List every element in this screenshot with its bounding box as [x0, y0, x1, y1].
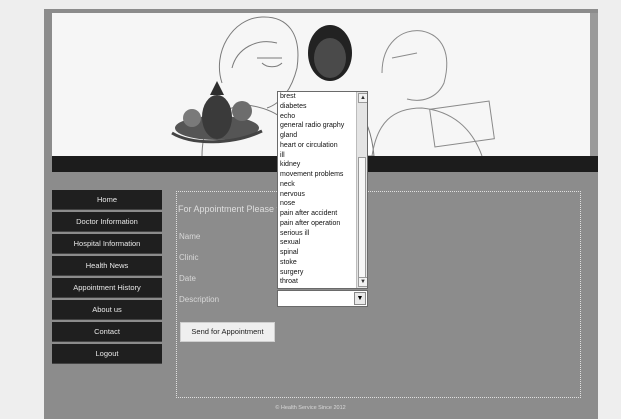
description-select-value — [278, 299, 280, 306]
chevron-down-icon[interactable]: ▼ — [358, 277, 367, 287]
chevron-down-icon[interactable]: ▼ — [354, 292, 366, 305]
date-label: Date — [179, 274, 196, 283]
dropdown-option[interactable]: brest — [278, 92, 367, 102]
description-dropdown-list[interactable]: brest diabetes echo general radio graphy gla… — [277, 91, 368, 289]
description-select[interactable]: ▼ — [277, 290, 368, 307]
nav-item-health-news[interactable]: Health News — [52, 256, 162, 276]
scroll-thumb[interactable] — [358, 157, 366, 284]
dropdown-option[interactable]: pain after operation — [278, 219, 367, 229]
banner-edge — [590, 13, 598, 156]
nav-item-hospital-information[interactable]: Hospital Information — [52, 234, 162, 254]
footer-text: © Health Service Since 2012 — [275, 405, 346, 411]
dropdown-options: brest diabetes echo general radio graphy gla… — [278, 92, 367, 287]
dropdown-option[interactable]: neck — [278, 180, 367, 190]
clinic-label: Clinic — [179, 253, 199, 262]
dropdown-option[interactable]: gland — [278, 131, 367, 141]
nav-item-logout[interactable]: Logout — [52, 344, 162, 364]
name-label: Name — [179, 232, 201, 241]
dropdown-option[interactable]: heart or circulation — [278, 141, 367, 151]
dropdown-option[interactable]: movement problems — [278, 170, 367, 180]
dropdown-option[interactable]: throat — [278, 277, 367, 287]
appointment-form-panel — [176, 191, 581, 398]
dropdown-option[interactable]: sexual — [278, 238, 367, 248]
dropdown-option[interactable]: nervous — [278, 190, 367, 200]
sidebar-nav: Home Doctor Information Hospital Informa… — [52, 190, 162, 366]
dropdown-option[interactable]: surgery — [278, 268, 367, 278]
dropdown-option[interactable]: stoke — [278, 258, 367, 268]
nav-item-appointment-history[interactable]: Appointment History — [52, 278, 162, 298]
description-label: Description — [179, 295, 220, 304]
nav-item-contact[interactable]: Contact — [52, 322, 162, 342]
dropdown-option[interactable]: echo — [278, 112, 367, 122]
nav-item-about-us[interactable]: About us — [52, 300, 162, 320]
nav-item-home[interactable]: Home — [52, 190, 162, 210]
dropdown-option[interactable]: kidney — [278, 160, 367, 170]
dropdown-option[interactable]: diabetes — [278, 102, 367, 112]
dropdown-option[interactable]: serious ill — [278, 229, 367, 239]
dropdown-option[interactable]: ill — [278, 151, 367, 161]
chevron-up-icon[interactable]: ▲ — [358, 93, 367, 103]
dropdown-option[interactable]: nose — [278, 199, 367, 209]
form-heading: For Appointment Please f — [178, 204, 280, 214]
dropdown-option[interactable]: general radio graphy — [278, 121, 367, 131]
nav-item-doctor-information[interactable]: Doctor Information — [52, 212, 162, 232]
dropdown-option[interactable]: pain after accident — [278, 209, 367, 219]
dropdown-scrollbar[interactable]: ▲ ▼ — [356, 92, 367, 288]
dropdown-option[interactable]: spinal — [278, 248, 367, 258]
send-appointment-button[interactable]: Send for Appointment — [180, 322, 275, 342]
